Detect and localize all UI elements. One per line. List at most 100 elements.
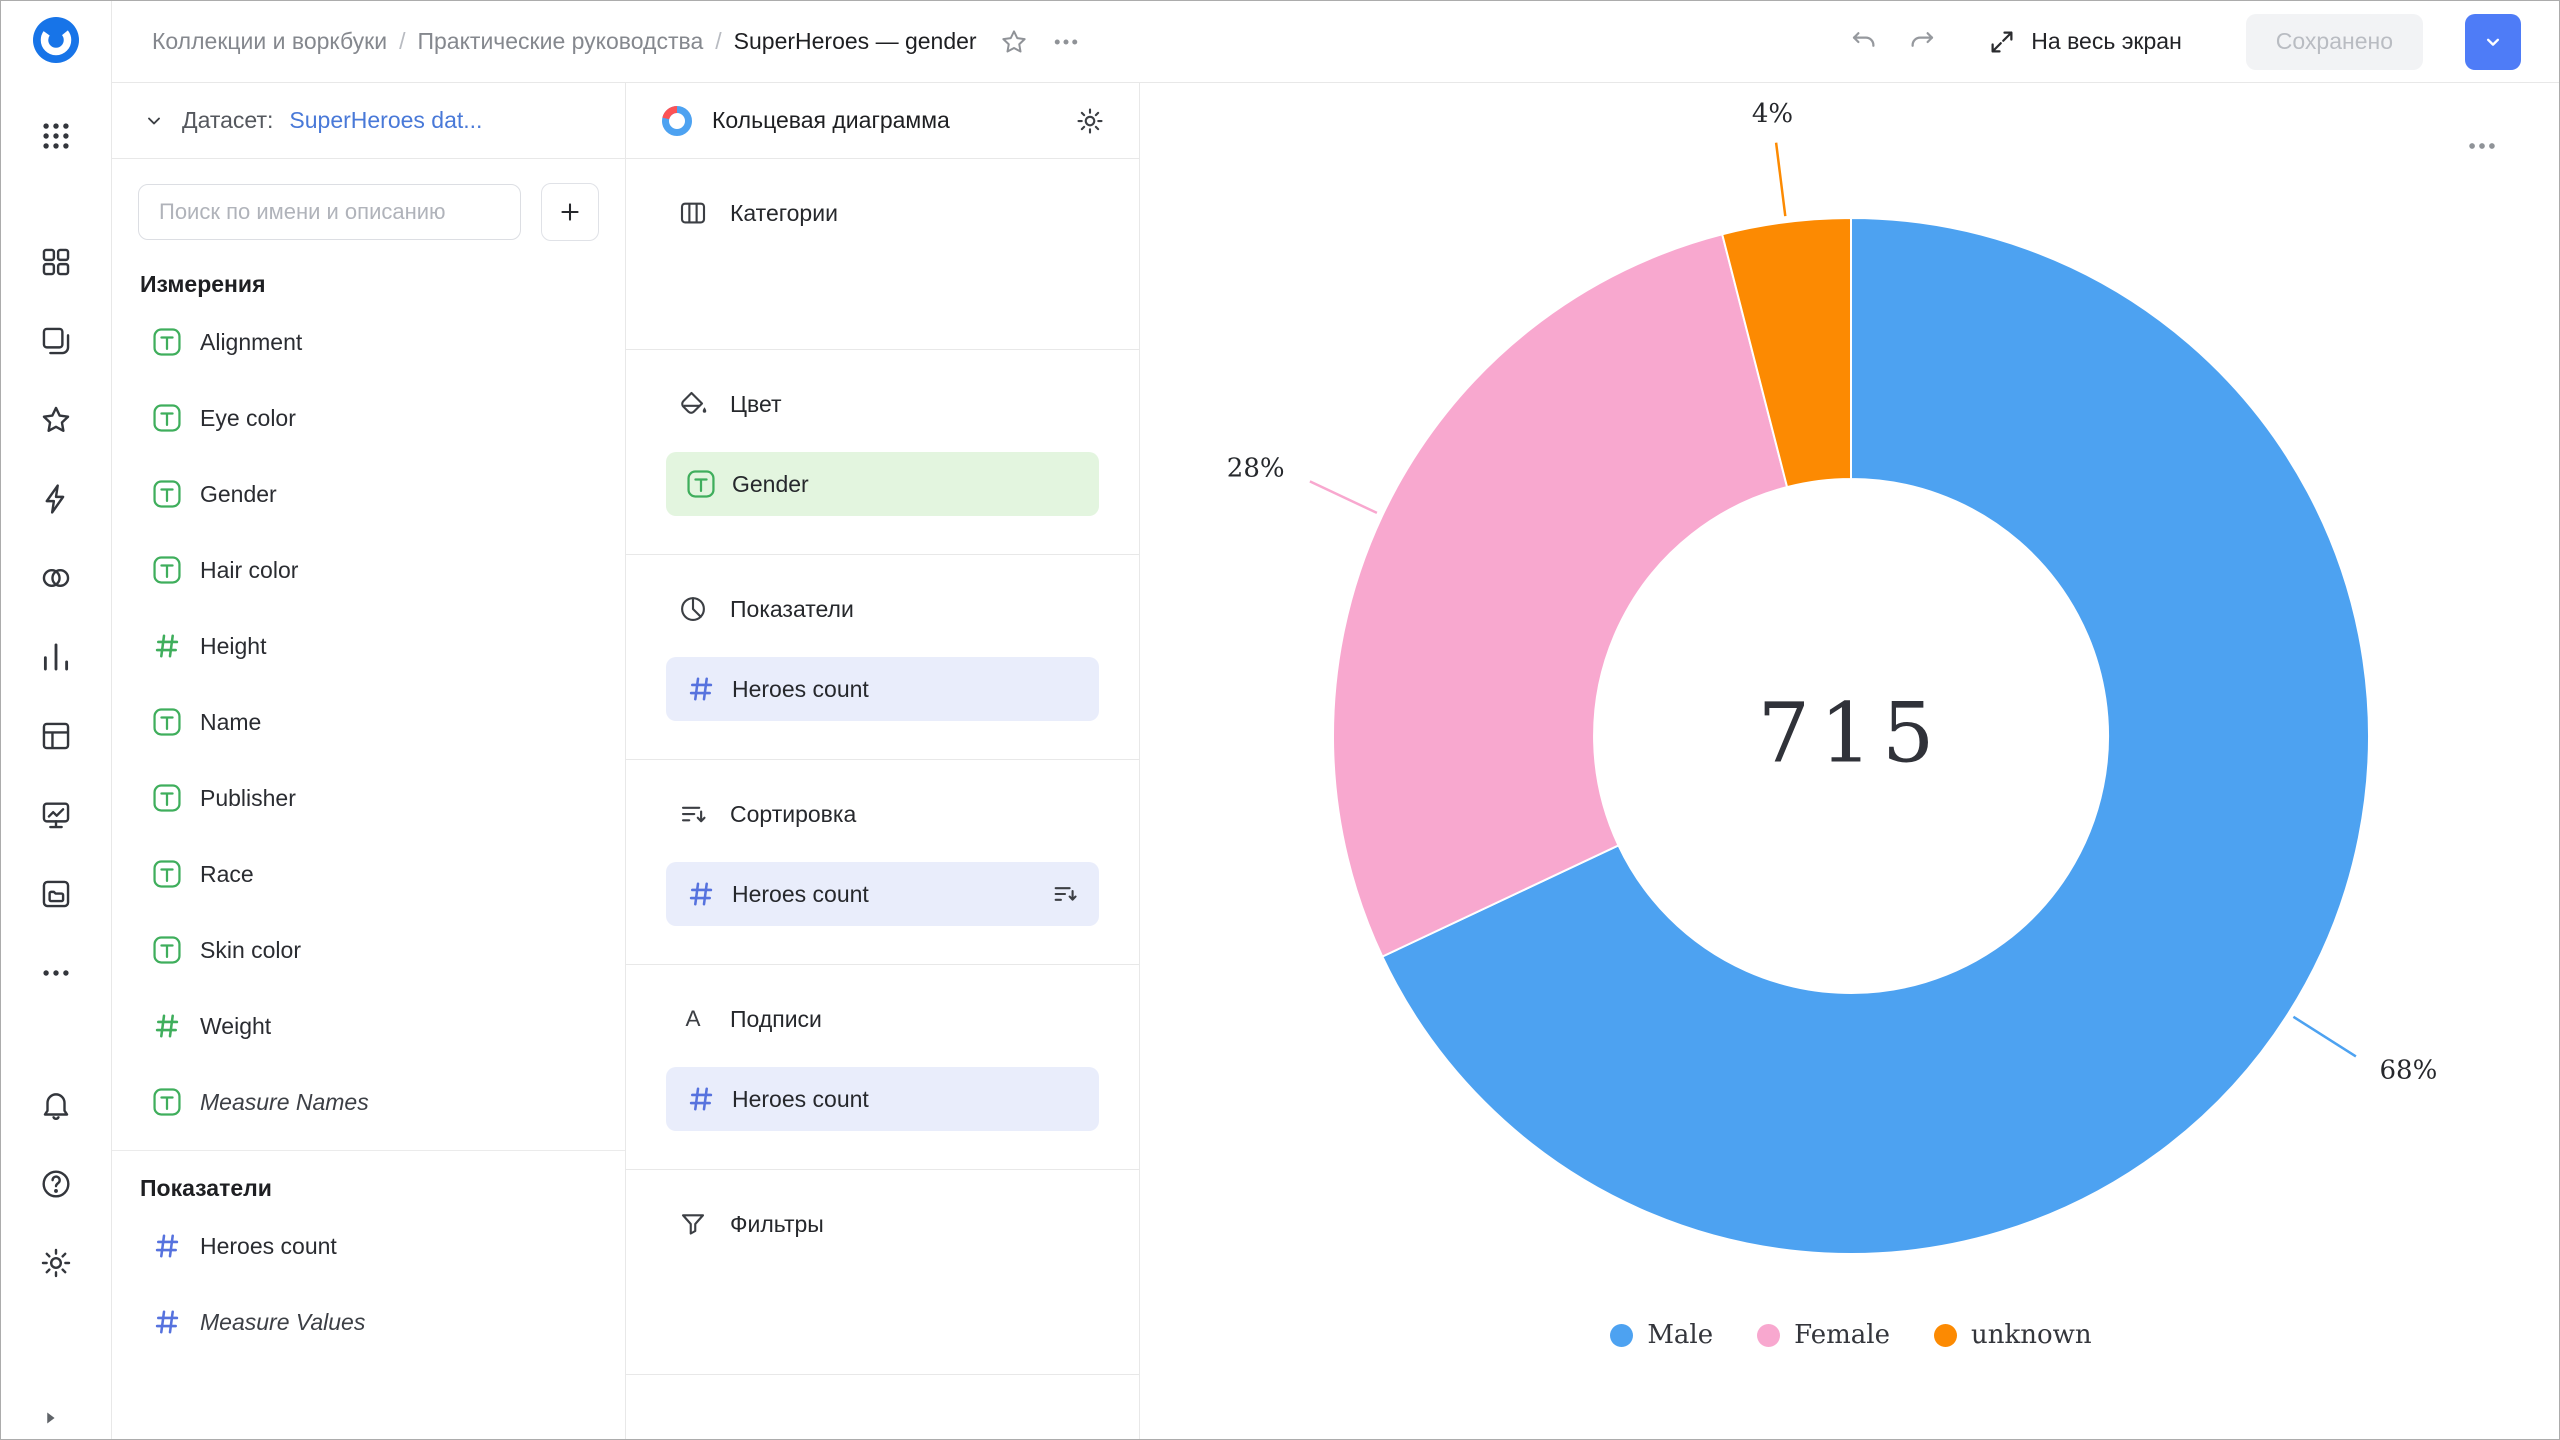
- field-alignment[interactable]: Alignment: [138, 304, 599, 380]
- legend-item-Female[interactable]: Female: [1757, 1320, 1890, 1350]
- chart-type-label[interactable]: Кольцевая диаграмма: [712, 107, 950, 134]
- sort-direction-icon[interactable]: [1051, 880, 1079, 908]
- field-label: Alignment: [200, 329, 302, 356]
- field-gender[interactable]: Gender: [138, 456, 599, 532]
- storage-folder-icon[interactable]: [39, 877, 73, 911]
- saved-button[interactable]: Сохранено: [2246, 14, 2423, 70]
- section-categories[interactable]: Категории: [626, 159, 1139, 350]
- field-weight[interactable]: Weight: [138, 988, 599, 1064]
- legend-label: Male: [1647, 1320, 1713, 1350]
- field-eye-color[interactable]: Eye color: [138, 380, 599, 456]
- breadcrumb: Коллекции и воркбуки / Практические руко…: [152, 28, 977, 55]
- field-chip-labels-heroes-count[interactable]: Heroes count: [666, 1067, 1099, 1131]
- collections-icon[interactable]: [39, 324, 73, 358]
- breadcrumb-link-collections[interactable]: Коллекции и воркбуки: [152, 28, 387, 55]
- chart-legend: Male Female unknown: [1141, 1320, 2560, 1350]
- chart-settings-gear-icon[interactable]: [1075, 106, 1105, 136]
- type-text-icon: [152, 327, 182, 357]
- field-height[interactable]: Height: [138, 608, 599, 684]
- field-label: Measure Values: [200, 1309, 365, 1336]
- section-labels[interactable]: A Подписи Heroes count: [626, 965, 1139, 1170]
- field-label: Eye color: [200, 405, 296, 432]
- dataset-panel: Датасет: SuperHeroes dat... Измерения Al…: [112, 83, 626, 1440]
- page-more-icon[interactable]: [1051, 27, 1081, 57]
- field-chip-heroes-count[interactable]: Heroes count: [666, 657, 1099, 721]
- field-label: Measure Names: [200, 1089, 369, 1116]
- chevron-down-icon[interactable]: [142, 109, 166, 133]
- left-rail: [1, 1, 112, 1440]
- type-number-icon: [686, 1084, 716, 1114]
- editor-zap-icon[interactable]: [39, 482, 73, 516]
- apps-grid-icon[interactable]: [39, 119, 73, 153]
- measures-pie-icon: [678, 594, 708, 624]
- field-publisher[interactable]: Publisher: [138, 760, 599, 836]
- type-text-icon: [686, 469, 716, 499]
- fullscreen-label: На весь экран: [2031, 28, 2182, 55]
- favorites-star-icon[interactable]: [39, 403, 73, 437]
- breadcrumb-link-guides[interactable]: Практические руководства: [417, 28, 703, 55]
- donut-chart[interactable]: 68%28%4%715: [1141, 83, 2560, 1359]
- section-sort[interactable]: Сортировка Heroes count: [626, 760, 1139, 965]
- legend-item-unknown[interactable]: unknown: [1934, 1320, 2092, 1350]
- donut-slice-Female[interactable]: [1333, 234, 1787, 956]
- collapse-panel-icon[interactable]: [39, 1407, 61, 1429]
- field-label: Publisher: [200, 785, 296, 812]
- section-label: Подписи: [730, 1006, 822, 1033]
- charts-bars-icon[interactable]: [39, 640, 73, 674]
- more-icon[interactable]: [39, 956, 73, 990]
- field-race[interactable]: Race: [138, 836, 599, 912]
- field-name[interactable]: Name: [138, 684, 599, 760]
- section-measures[interactable]: Показатели Heroes count: [626, 555, 1139, 760]
- section-filters[interactable]: Фильтры: [626, 1170, 1139, 1375]
- chart-canvas: 68%28%4%715 Male Female unknown: [1141, 83, 2560, 1440]
- label-connector: [1310, 481, 1377, 513]
- label-connector: [2293, 1017, 2356, 1057]
- undo-icon[interactable]: [1849, 27, 1879, 57]
- rail-footer: [39, 1088, 73, 1280]
- legend-label: unknown: [1971, 1320, 2092, 1350]
- top-bar: Коллекции и воркбуки / Практические руко…: [112, 1, 2560, 83]
- type-number-icon: [686, 879, 716, 909]
- datasets-table-icon[interactable]: [39, 719, 73, 753]
- save-dropdown-button[interactable]: [2465, 14, 2521, 70]
- section-label: Категории: [730, 200, 838, 227]
- slice-percent-label: 28%: [1227, 454, 1285, 484]
- field-label: Height: [200, 633, 266, 660]
- fullscreen-button[interactable]: На весь экран: [1987, 27, 2182, 57]
- relations-venn-icon[interactable]: [39, 561, 73, 595]
- settings-gear-icon[interactable]: [39, 1246, 73, 1280]
- favorite-star-icon[interactable]: [999, 27, 1029, 57]
- notifications-bell-icon[interactable]: [39, 1088, 73, 1122]
- field-measure-names[interactable]: Measure Names: [138, 1064, 599, 1140]
- field-label: Heroes count: [200, 1233, 337, 1260]
- field-measure-values[interactable]: Measure Values: [138, 1284, 599, 1360]
- fullscreen-icon: [1987, 27, 2017, 57]
- type-number-icon: [152, 1011, 182, 1041]
- legend-item-Male[interactable]: Male: [1610, 1320, 1713, 1350]
- dashboards-icon[interactable]: [39, 245, 73, 279]
- field-hair-color[interactable]: Hair color: [138, 532, 599, 608]
- svg-text:A: A: [685, 1006, 700, 1031]
- monitoring-icon[interactable]: [39, 798, 73, 832]
- type-text-icon: [152, 859, 182, 889]
- type-text-icon: [152, 707, 182, 737]
- categories-icon: [678, 198, 708, 228]
- field-skin-color[interactable]: Skin color: [138, 912, 599, 988]
- help-icon[interactable]: [39, 1167, 73, 1201]
- redo-icon[interactable]: [1907, 27, 1937, 57]
- field-label: Weight: [200, 1013, 271, 1040]
- dataset-link[interactable]: SuperHeroes dat...: [289, 107, 482, 134]
- field-chip-sort-heroes-count[interactable]: Heroes count: [666, 862, 1099, 926]
- search-input[interactable]: [138, 184, 521, 240]
- donut-chart-icon[interactable]: [660, 104, 694, 138]
- field-chip-gender[interactable]: Gender: [666, 452, 1099, 516]
- dataset-label: Датасет:: [182, 107, 273, 134]
- type-number-icon: [152, 631, 182, 661]
- topbar-actions: На весь экран Сохранено: [1849, 14, 2521, 70]
- datalens-logo-icon[interactable]: [29, 13, 83, 67]
- chip-label: Heroes count: [732, 1086, 869, 1113]
- type-text-icon: [152, 403, 182, 433]
- section-color[interactable]: Цвет Gender: [626, 350, 1139, 555]
- add-field-button[interactable]: [541, 183, 599, 241]
- field-heroes-count[interactable]: Heroes count: [138, 1208, 599, 1284]
